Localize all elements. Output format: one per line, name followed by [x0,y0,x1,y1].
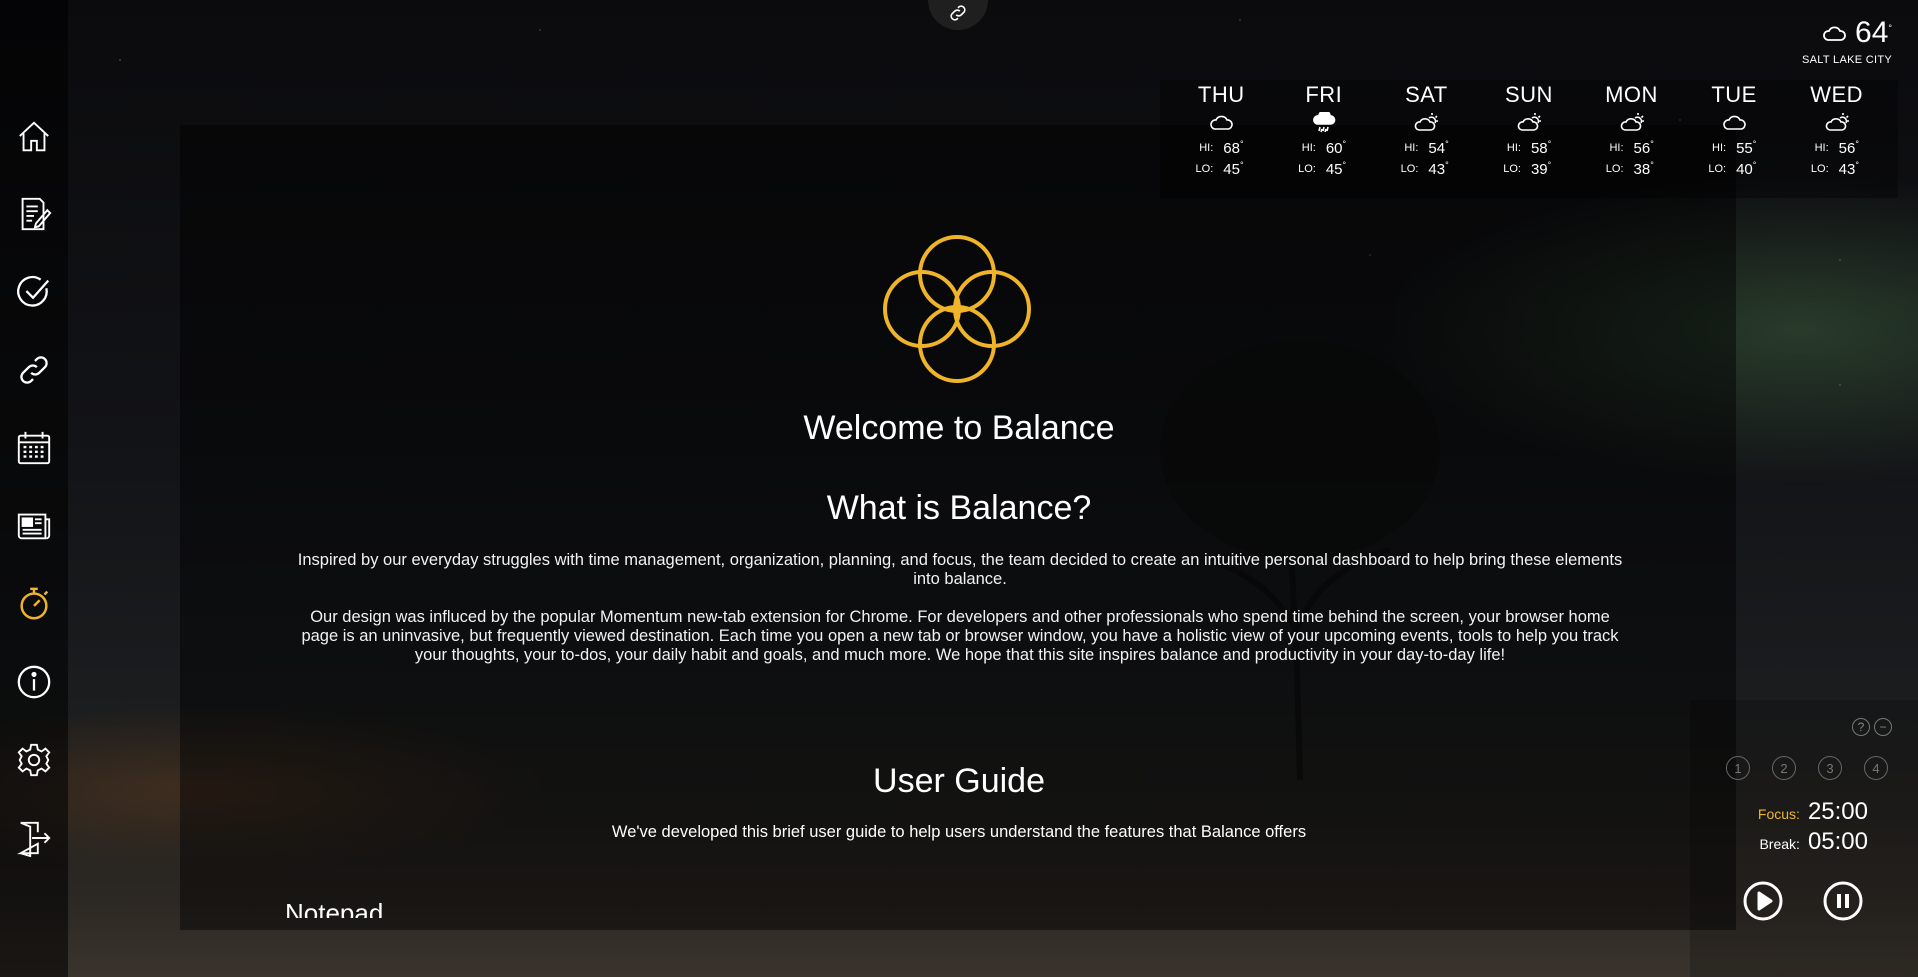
focus-row: Focus: 25:00 [1758,798,1868,826]
lo-label: LO: [1708,163,1727,175]
hi-temp: 55° [1736,139,1757,157]
session-1[interactable]: 1 [1726,756,1750,780]
design-paragraph: Our design was influced by the popular M… [301,608,1619,664]
lo-label: LO: [1810,163,1829,175]
sidebar-item-links[interactable] [14,350,54,390]
session-3[interactable]: 3 [1818,756,1842,780]
session-4[interactable]: 4 [1864,756,1888,780]
cloud-icon [1210,115,1234,130]
partly-cloudy-icon [1415,113,1439,131]
lo-label: LO: [1298,163,1316,175]
lo-label: LO: [1195,163,1214,175]
cloud-icon [1823,26,1846,41]
lo-label: LO: [1605,163,1624,175]
user-guide-heading: User Guide [873,762,1045,800]
quick-links-toggle[interactable] [928,0,988,30]
forecast-day: WED HI: 56° LO: 43° [1792,80,1882,198]
lo-temp: 45° [1325,160,1347,178]
hi-label: HI: [1301,142,1316,154]
city-name: SALT LAKE CITY [1802,54,1892,66]
minimize-button[interactable]: − [1874,718,1892,736]
partly-cloudy-icon [1620,113,1644,131]
pause-button[interactable] [1822,880,1864,922]
user-guide-subtitle: We've developed this brief user guide to… [611,823,1307,841]
sidebar-item-timer[interactable] [14,584,54,624]
hi-temp: 56° [1838,139,1859,157]
focus-label: Focus: [1757,806,1800,822]
hi-temp: 54° [1428,139,1449,157]
lo-temp: 40° [1736,160,1757,178]
hi-label: HI: [1609,142,1624,154]
pomodoro-timer: ? − 1 2 3 4 Focus: 25:00 Break: 05:00 [1690,700,1918,977]
cloud-icon [1723,115,1746,130]
hi-temp: 58° [1530,139,1552,157]
current-weather: 64° SALT LAKE CITY [1802,16,1892,66]
welcome-heading: Welcome to Balance [803,409,1115,447]
hi-label: HI: [1814,142,1829,154]
hi-label: HI: [1199,142,1214,154]
hi-temp: 56° [1633,139,1654,157]
forecast-day-name: FRI [1305,82,1343,107]
current-temperature: 64° [1855,16,1892,49]
partly-cloudy-icon [1825,113,1849,131]
forecast-day: THU HI: 68° LO: 45° [1176,80,1266,198]
session-2[interactable]: 2 [1772,756,1796,780]
forecast-day-name: WED [1810,82,1864,107]
lo-temp: 39° [1530,160,1552,178]
link-icon [950,5,966,21]
rain-icon [1312,112,1336,133]
notepad-section-heading: Notepad [285,898,384,918]
link-icon [20,356,48,384]
what-is-heading: What is Balance? [826,489,1092,527]
sidebar-item-home[interactable] [14,117,54,157]
forecast-day: MON HI: 56° LO: 38° [1587,80,1677,198]
play-button[interactable] [1742,880,1784,922]
forecast-day-name: SAT [1405,82,1448,107]
hi-label: HI: [1506,142,1521,154]
break-label: Break: [1759,836,1800,852]
sidebar-item-notepad[interactable] [14,194,54,234]
home-icon [19,121,49,152]
intro-paragraph: Inspired by our everyday struggles with … [297,551,1623,588]
break-row: Break: 05:00 [1759,828,1868,856]
hi-label: HI: [1712,142,1727,154]
hi-temp: 68° [1223,139,1244,157]
hi-temp: 60° [1325,139,1347,157]
info-icon [17,665,51,699]
forecast-day-name: TUE [1711,82,1757,107]
session-indicators: 1 2 3 4 [1726,756,1888,780]
forecast-day-name: SUN [1504,82,1553,107]
forecast-day-name: THU [1197,82,1245,107]
forecast-day: SUN HI: 58° LO: 39° [1484,80,1574,198]
sidebar-item-todo[interactable] [14,272,54,312]
lo-label: LO: [1400,163,1419,175]
sidebar-item-about[interactable] [14,662,54,702]
lo-temp: 43° [1838,160,1859,178]
forecast-day: FRI HI: 60° LO: 45° [1279,80,1369,198]
notepad-icon [21,197,52,231]
forecast-day: TUE HI: 55° LO: 40° [1689,80,1779,198]
forecast-day: SAT HI: 54° LO: 43° [1381,80,1471,198]
break-time[interactable]: 05:00 [1808,828,1868,856]
partly-cloudy-icon [1517,113,1541,131]
lo-temp: 45° [1223,160,1244,178]
check-circle-icon [17,275,50,307]
lo-label: LO: [1503,163,1521,175]
help-button[interactable]: ? [1852,718,1870,736]
hi-label: HI: [1404,142,1419,154]
forecast-day-name: MON [1605,82,1658,107]
lo-temp: 43° [1428,160,1449,178]
stopwatch-icon [20,587,49,620]
lo-temp: 38° [1633,160,1654,178]
balance-logo [883,235,1031,383]
focus-time[interactable]: 25:00 [1808,798,1868,826]
weather-forecast: THU HI: 68° LO: 45° FRI HI: 60° LO: 45° SAT HI: 54° L… [1160,80,1898,198]
